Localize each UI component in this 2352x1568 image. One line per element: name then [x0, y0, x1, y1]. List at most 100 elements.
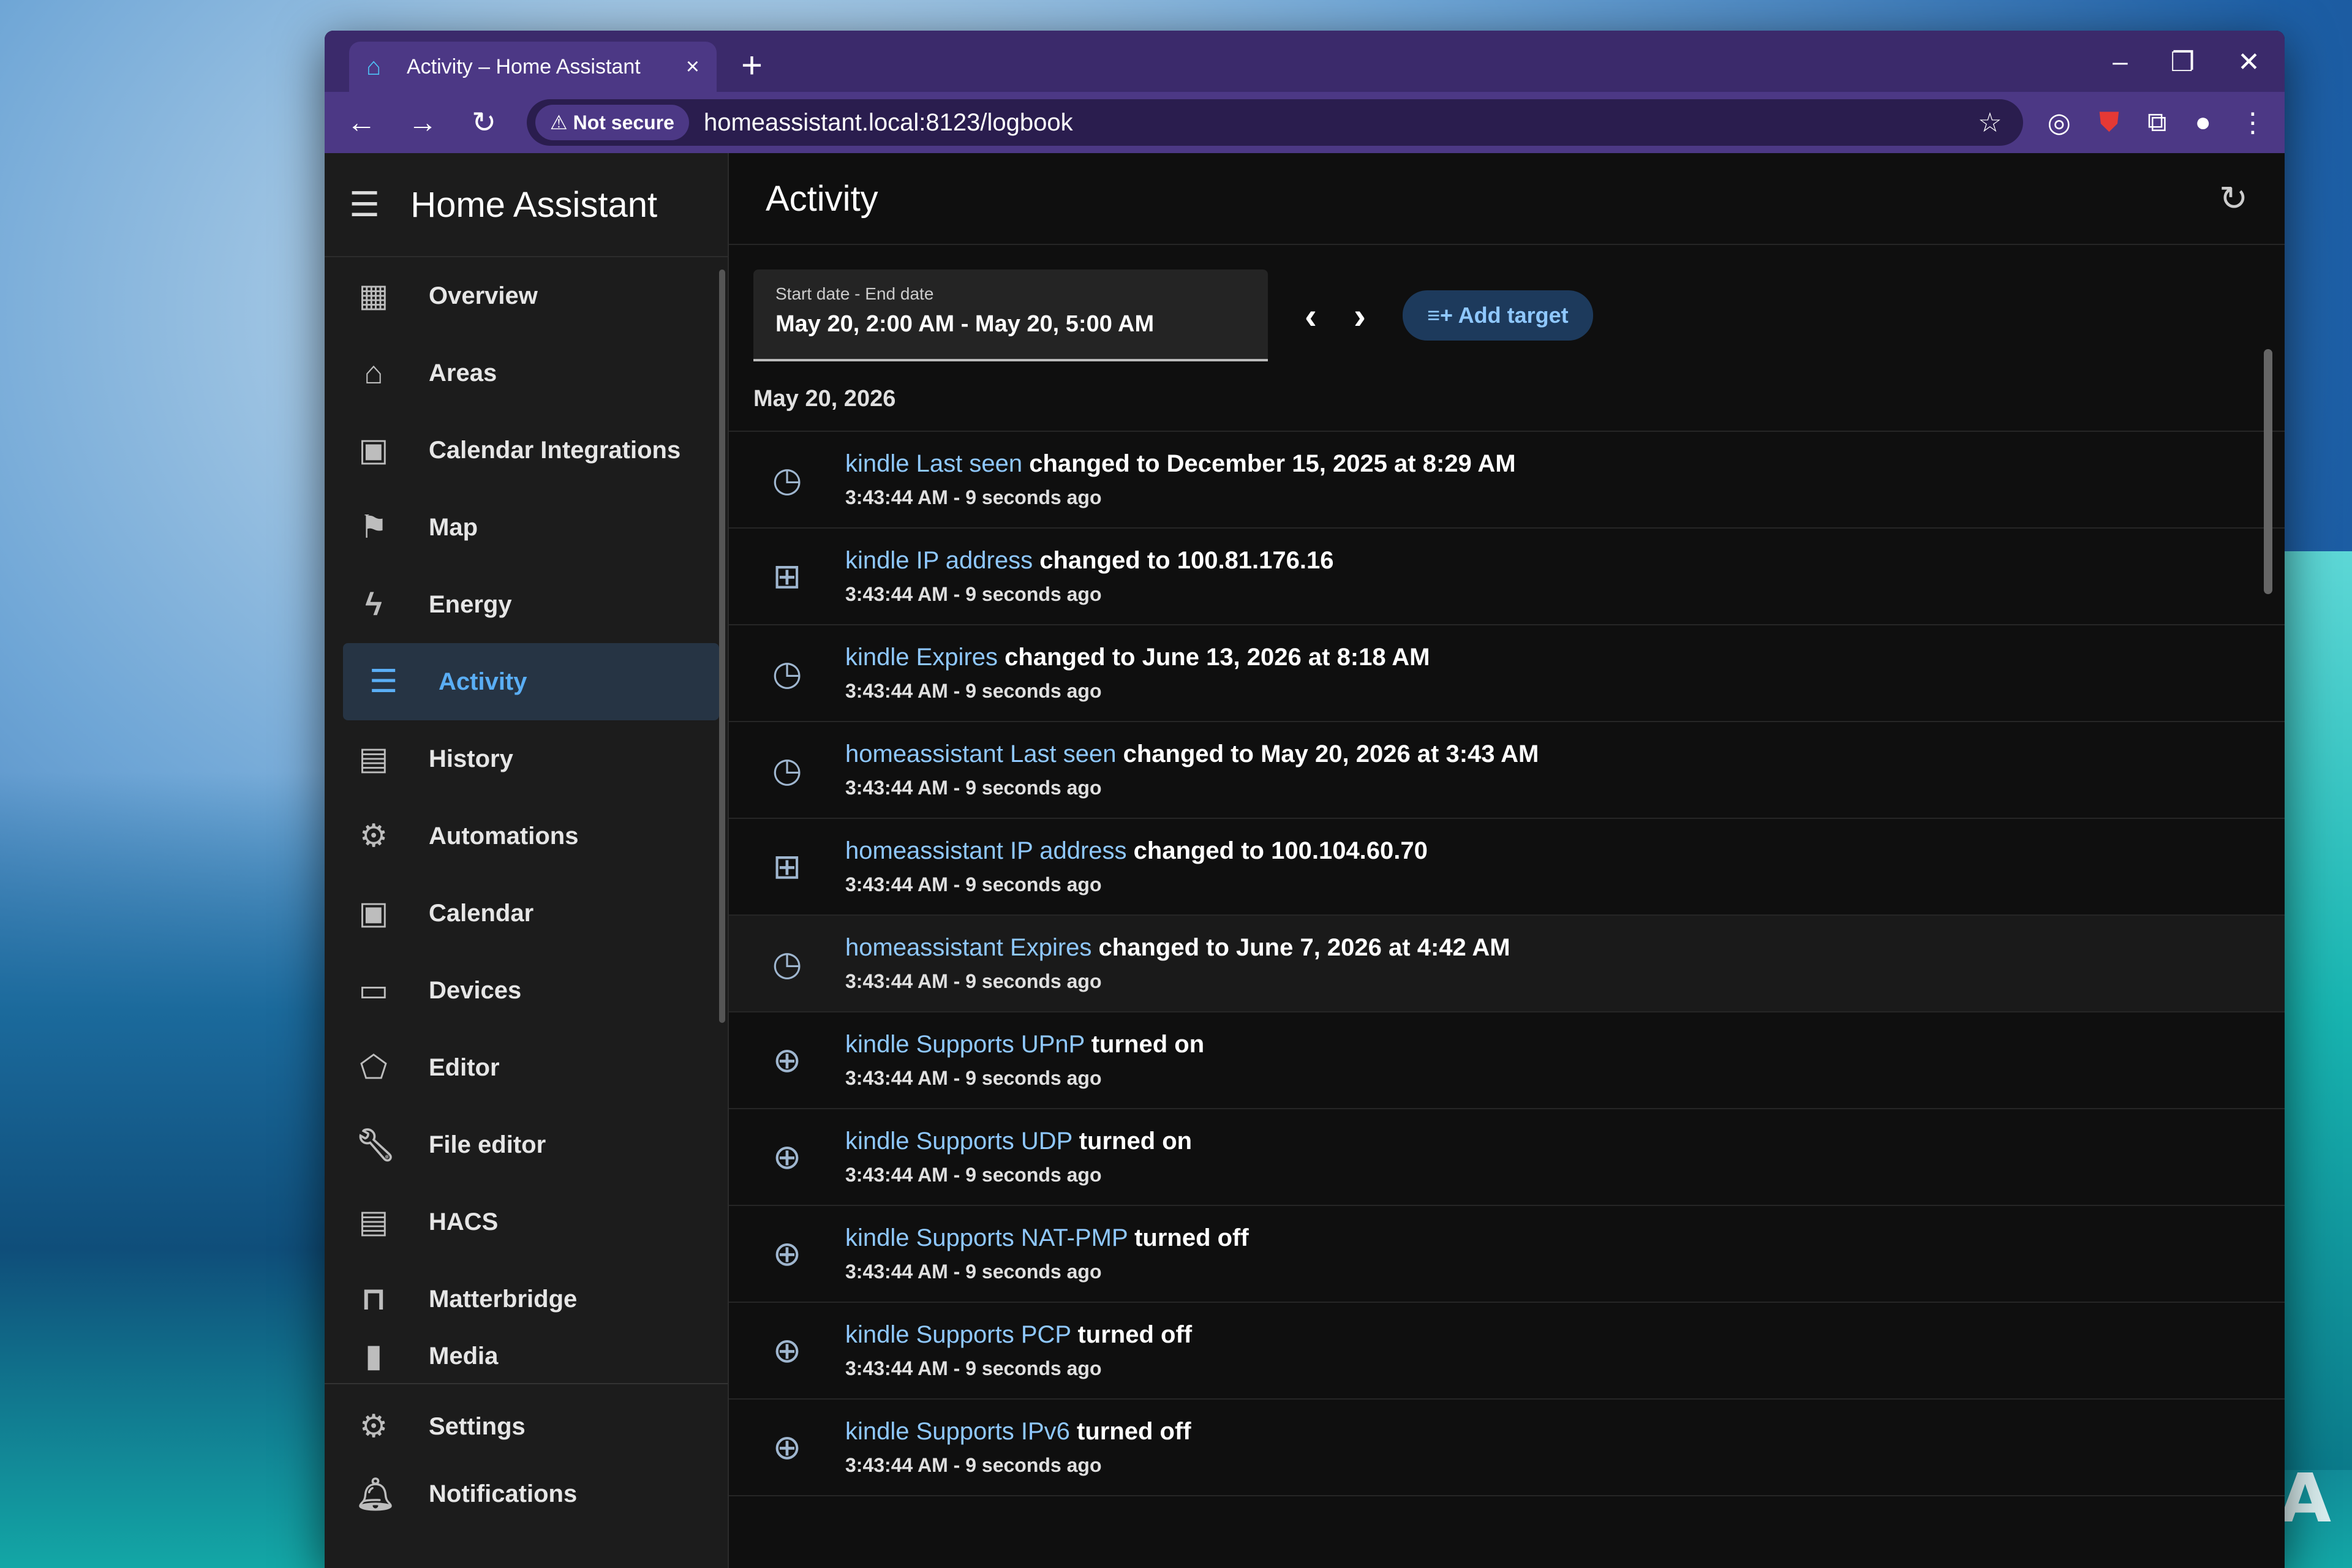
- entity-link[interactable]: homeassistant IP address: [845, 837, 1127, 864]
- sidebar-item-overview[interactable]: ▦ Overview: [325, 257, 728, 334]
- logbook-entry[interactable]: ⊞ homeassistant IP address changed to 100…: [729, 819, 2285, 916]
- logbook-entry[interactable]: ⊕ kindle Supports PCP turned off 3:43:44 A…: [729, 1303, 2285, 1400]
- lightning-icon: ϟ: [365, 587, 382, 622]
- entry-message: changed to 100.81.176.16: [1039, 547, 1334, 574]
- logbook-entry[interactable]: ⊕ kindle Supports IPv6 turned off 3:43:44 …: [729, 1400, 2285, 1496]
- home-assistant-app: ☰ Home Assistant ▦ Overview ⌂ Areas ▣ Calen…: [325, 153, 2285, 1568]
- main-header: Activity ↻: [729, 153, 2285, 245]
- sidebar-item-devices[interactable]: ▭ Devices: [325, 952, 728, 1029]
- sidebar-item-matterbridge[interactable]: ⊓ Matterbridge: [325, 1261, 728, 1338]
- entity-link[interactable]: kindle Expires: [845, 644, 998, 671]
- entity-link[interactable]: kindle IP address: [845, 547, 1033, 574]
- sidebar-item-settings[interactable]: ⚙ Settings: [325, 1393, 728, 1460]
- bridge-icon: ⊓: [361, 1281, 386, 1317]
- browser-menu-icon[interactable]: ⋮: [2239, 107, 2266, 138]
- sidebar-scrollbar[interactable]: [719, 270, 725, 1023]
- sidebar-divider: [325, 1383, 728, 1384]
- sidebar-item-notifications[interactable]: 🔔︎ Notifications: [325, 1460, 728, 1528]
- entity-link[interactable]: homeassistant Last seen: [845, 741, 1116, 767]
- entry-line: kindle Last seen changed to December 15,…: [845, 450, 1516, 478]
- reload-icon[interactable]: ↻: [466, 105, 502, 140]
- entry-text: homeassistant Expires changed to June 7,…: [845, 934, 1510, 993]
- entry-line: kindle Supports UDP turned on: [845, 1128, 1192, 1155]
- media-icon: ▮: [364, 1338, 383, 1374]
- date-range-label: Start date - End date: [775, 284, 934, 303]
- shield-extension-icon[interactable]: ⛊: [2099, 107, 2119, 138]
- sidebar-item-calendar[interactable]: ▣ Calendar: [325, 875, 728, 952]
- entity-link[interactable]: kindle Supports UPnP: [845, 1031, 1085, 1058]
- logbook-entry[interactable]: ⊞ kindle IP address changed to 100.81.176…: [729, 529, 2285, 625]
- logbook-entry[interactable]: ⊕ kindle Supports NAT-PMP turned off 3:43:…: [729, 1206, 2285, 1303]
- entry-text: kindle Supports NAT-PMP turned off 3:43:4…: [845, 1224, 1249, 1283]
- entry-line: kindle Expires changed to June 13, 2026 …: [845, 644, 1430, 671]
- list-icon: ☰: [369, 664, 398, 699]
- entity-link[interactable]: kindle Supports UDP: [845, 1128, 1072, 1155]
- new-tab-button[interactable]: +: [741, 44, 763, 86]
- puzzle-icon[interactable]: ⧉: [2147, 107, 2166, 138]
- web-icon: ⊕: [772, 1428, 802, 1466]
- day-heading: May 20, 2026: [729, 361, 2285, 432]
- next-period-icon[interactable]: ›: [1354, 295, 1366, 337]
- logbook-entry[interactable]: ⊕ kindle Supports UPnP turned on 3:43:44 A…: [729, 1012, 2285, 1109]
- entity-link[interactable]: kindle Supports IPv6: [845, 1418, 1070, 1445]
- entry-line: kindle Supports PCP turned off: [845, 1321, 1192, 1349]
- clock-icon: ◷: [772, 750, 802, 789]
- sidebar-item-history[interactable]: ▤ History: [325, 720, 728, 797]
- logbook-entry[interactable]: ◷ kindle Last seen changed to December 15…: [729, 432, 2285, 529]
- security-chip[interactable]: ⚠ Not secure: [535, 105, 689, 140]
- logbook-entry[interactable]: ◷ homeassistant Last seen changed to May …: [729, 722, 2285, 819]
- url-text[interactable]: homeassistant.local:8123/logbook: [704, 109, 1963, 137]
- forward-arrow-icon[interactable]: →: [404, 106, 441, 140]
- sidebar-item-file-editor[interactable]: 🔧︎ File editor: [325, 1106, 728, 1183]
- map-icon: ⚑: [359, 510, 388, 545]
- minimize-button[interactable]: –: [2113, 47, 2127, 78]
- bookmark-star-icon[interactable]: ☆: [1978, 107, 2014, 138]
- maximize-button[interactable]: ❐: [2171, 47, 2195, 78]
- entity-link[interactable]: kindle Supports NAT-PMP: [845, 1224, 1128, 1251]
- sidebar-item-calendar-integrations[interactable]: ▣ Calendar Integrations: [325, 412, 728, 489]
- entry-time: 3:43:44 AM - 9 seconds ago: [845, 873, 1102, 895]
- sidebar-item-areas[interactable]: ⌂ Areas: [325, 334, 728, 412]
- entity-link[interactable]: kindle Supports PCP: [845, 1321, 1071, 1348]
- entry-text: kindle IP address changed to 100.81.176.…: [845, 547, 1334, 606]
- logbook-entry[interactable]: ◷ homeassistant Expires changed to June 7…: [729, 916, 2285, 1012]
- sidebar-item-editor[interactable]: ⬠ Editor: [325, 1029, 728, 1106]
- previous-period-icon[interactable]: ‹: [1305, 295, 1317, 337]
- entry-text: kindle Supports PCP turned off 3:43:44 AM…: [845, 1321, 1192, 1380]
- logbook-entry[interactable]: ◷ kindle Expires changed to June 13, 2026…: [729, 625, 2285, 722]
- sidebar-item-map[interactable]: ⚑ Map: [325, 489, 728, 566]
- refresh-icon[interactable]: ↻: [2219, 178, 2248, 219]
- tab-close-icon[interactable]: ×: [686, 54, 699, 80]
- entity-link[interactable]: kindle Last seen: [845, 450, 1022, 477]
- calendar-icon: ▣: [358, 895, 389, 931]
- sidebar-header: ☰ Home Assistant: [325, 153, 728, 257]
- extension-icon[interactable]: ◎: [2048, 107, 2071, 138]
- address-bar[interactable]: ⚠ Not secure homeassistant.local:8123/lo…: [527, 99, 2023, 146]
- sidebar-item-automations[interactable]: ⚙ Automations: [325, 797, 728, 875]
- menu-toggle-icon[interactable]: ☰: [349, 184, 380, 225]
- profile-avatar-icon[interactable]: ●: [2195, 107, 2211, 138]
- sidebar-item-media[interactable]: ▮ Media: [325, 1338, 728, 1374]
- entry-text: kindle Supports UPnP turned on 3:43:44 AM…: [845, 1031, 1204, 1090]
- web-icon: ⊕: [772, 1234, 802, 1273]
- sidebar-item-hacs[interactable]: ▤ HACS: [325, 1183, 728, 1261]
- entry-line: kindle Supports UPnP turned on: [845, 1031, 1204, 1058]
- entry-line: homeassistant Expires changed to June 7,…: [845, 934, 1510, 962]
- date-range-picker[interactable]: Start date - End date May 20, 2:00 AM - …: [753, 270, 1268, 361]
- extensions-area: ◎ ⛊ ⧉ ● ⋮: [2048, 107, 2266, 138]
- sidebar-item-energy[interactable]: ϟ Energy: [325, 566, 728, 643]
- logbook-entry[interactable]: ⊕ kindle Supports UDP turned on 3:43:44 AM…: [729, 1109, 2285, 1206]
- tab-title: Activity – Home Assistant: [407, 55, 641, 78]
- entry-text: homeassistant IP address changed to 100.…: [845, 837, 1428, 896]
- add-target-button[interactable]: ≡+ Add target: [1402, 290, 1593, 341]
- entry-time: 3:43:44 AM - 9 seconds ago: [845, 1067, 1102, 1089]
- app-title: Home Assistant: [410, 184, 658, 225]
- entity-link[interactable]: homeassistant Expires: [845, 934, 1091, 961]
- main-scrollbar[interactable]: [2264, 349, 2272, 594]
- activity-panel: Activity ↻ Start date - End date May 20,…: [729, 153, 2285, 1568]
- page-title: Activity: [766, 178, 878, 219]
- browser-tab[interactable]: ⌂ Activity – Home Assistant ×: [349, 42, 717, 92]
- close-window-button[interactable]: ✕: [2237, 47, 2260, 78]
- back-arrow-icon[interactable]: ←: [343, 106, 380, 140]
- sidebar-item-activity[interactable]: ☰ Activity: [343, 643, 719, 720]
